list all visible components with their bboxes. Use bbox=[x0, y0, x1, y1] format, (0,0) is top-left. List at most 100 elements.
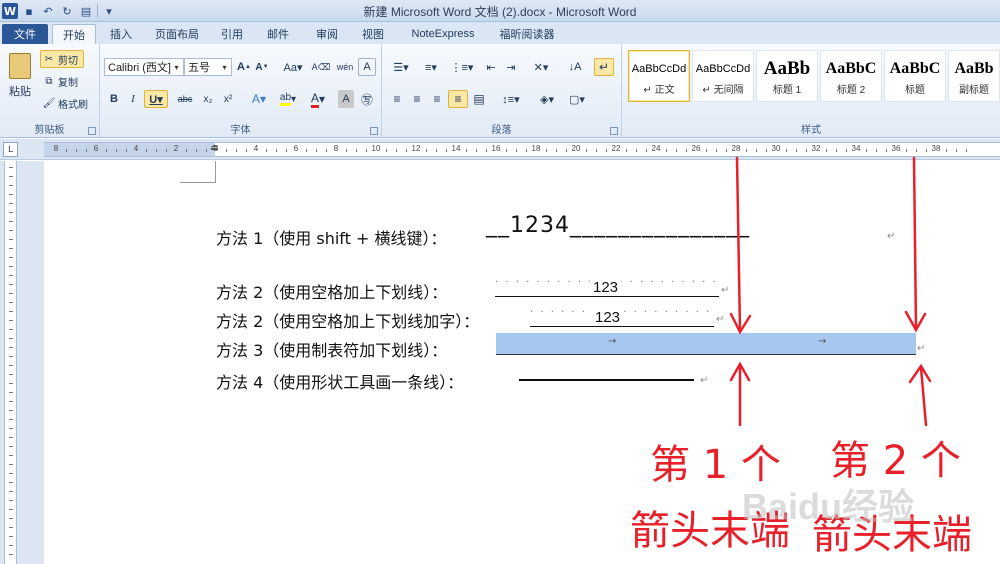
chinese-layout-icon[interactable]: ✕▾ bbox=[528, 58, 554, 76]
method-1-line: 方法 1（使用 shift + 横线键）： bbox=[216, 225, 446, 249]
ruler-number: 8 bbox=[53, 144, 59, 153]
font-size-combo[interactable]: 五号 ▾ bbox=[184, 58, 232, 76]
style-name: 标题 bbox=[905, 84, 925, 96]
vertical-ruler-tick bbox=[9, 284, 13, 285]
style-heading-2[interactable]: AaBbC 标题 2 bbox=[820, 50, 882, 102]
style-preview: AaBbCcDd bbox=[631, 62, 687, 75]
tab-foxit-reader[interactable]: 福昕阅读器 bbox=[492, 24, 562, 44]
style-preview: AaBbC bbox=[889, 59, 941, 77]
grow-font-icon[interactable]: A ▲ bbox=[236, 58, 252, 76]
decrease-indent-icon[interactable]: ⇤ bbox=[482, 58, 500, 76]
bold-icon[interactable]: B bbox=[106, 90, 122, 108]
clipboard-launcher-icon[interactable] bbox=[88, 127, 96, 135]
vertical-ruler-tick bbox=[9, 491, 13, 492]
highlight-color-icon[interactable]: ab ▾ bbox=[276, 90, 300, 108]
method-4-label: 方法 4（使用形状工具画一条线）： bbox=[216, 373, 464, 392]
tab-noteexpress[interactable]: NoteExpress bbox=[402, 24, 484, 44]
ruler-tick bbox=[806, 149, 807, 152]
horizontal-ruler-bar: L 8 6 4 2 2 4 6 8 10 12 14 16 18 20 22 24 26 28 30 32 34 36 38… bbox=[0, 139, 1000, 160]
bullets-icon[interactable]: ☰▾ bbox=[388, 58, 414, 76]
cut-button[interactable]: ✂ 剪切 bbox=[40, 50, 84, 68]
vertical-ruler-tick bbox=[9, 509, 13, 510]
tab-underline-selection[interactable]: → → bbox=[496, 333, 916, 355]
ruler-number: 10 bbox=[371, 144, 381, 153]
ruler-number: 38 bbox=[931, 144, 941, 153]
vertical-ruler[interactable] bbox=[4, 161, 17, 564]
method-2b-label: 方法 2（使用空格加上下划线加字）： bbox=[216, 312, 480, 331]
superscript-icon[interactable]: x² bbox=[220, 90, 236, 108]
horizontal-ruler[interactable]: 8 6 4 2 2 4 6 8 10 12 14 16 18 20 22 24 26 28 30 32 34 36 38 ⏏ bbox=[44, 142, 1000, 157]
shrink-font-icon[interactable]: A ▼ bbox=[254, 58, 270, 76]
clear-formatting-icon[interactable]: A⌫ bbox=[312, 58, 331, 76]
copy-button[interactable]: ⧉ 复制 bbox=[40, 72, 84, 90]
sort-icon[interactable]: ↓A bbox=[566, 58, 584, 76]
tab-review[interactable]: 审阅 bbox=[306, 24, 348, 44]
vertical-ruler-tick bbox=[9, 545, 13, 546]
style-no-spacing[interactable]: AaBbCcDd ↵ 无间隔 bbox=[692, 50, 754, 102]
tab-selector-icon[interactable]: L bbox=[3, 142, 18, 157]
clipboard-group-label: 剪贴板 bbox=[34, 125, 65, 136]
tab-view[interactable]: 视图 bbox=[352, 24, 394, 44]
vertical-ruler-tick bbox=[9, 518, 13, 519]
method-3-label: 方法 3（使用制表符加下划线）： bbox=[216, 341, 448, 360]
paste-button[interactable]: 粘贴 bbox=[4, 48, 36, 104]
format-painter-button[interactable]: 🖌 格式刷 bbox=[40, 94, 96, 112]
enclose-characters-icon[interactable]: ㊢ bbox=[358, 90, 376, 108]
drawn-shape-line[interactable] bbox=[519, 379, 694, 381]
ruler-tick bbox=[166, 149, 167, 152]
ruler-number: 18 bbox=[531, 144, 541, 153]
underline-button[interactable]: U▾ bbox=[144, 90, 168, 108]
ruler-number: 4 bbox=[253, 144, 259, 153]
style-normal[interactable]: AaBbCcDd ↵ 正文 bbox=[628, 50, 690, 102]
italic-icon[interactable]: I bbox=[126, 90, 140, 108]
strikethrough-icon[interactable]: abc bbox=[174, 90, 196, 108]
phonetic-guide-icon[interactable]: wén bbox=[336, 58, 354, 76]
style-name: 副标题 bbox=[959, 84, 989, 96]
ruler-number: 4 bbox=[133, 144, 139, 153]
shading-icon[interactable]: ◈▾ bbox=[534, 90, 560, 108]
borders-icon[interactable]: ▢▾ bbox=[564, 90, 590, 108]
indent-marker-icon[interactable]: ⏏ bbox=[210, 143, 219, 153]
vertical-ruler-tick bbox=[9, 221, 13, 222]
subscript-icon[interactable]: x₂ bbox=[200, 90, 216, 108]
tab-insert[interactable]: 插入 bbox=[100, 24, 142, 44]
increase-indent-icon[interactable]: ⇥ bbox=[502, 58, 520, 76]
numbering-icon[interactable]: ≡▾ bbox=[418, 58, 444, 76]
ruler-tick bbox=[676, 149, 677, 152]
character-border-icon[interactable]: A bbox=[358, 58, 376, 76]
style-title[interactable]: AaBbC 标题 bbox=[884, 50, 946, 102]
ruler-number: 14 bbox=[451, 144, 461, 153]
show-marks-button[interactable]: ↵ bbox=[594, 58, 614, 76]
ruler-tick bbox=[636, 149, 637, 152]
style-name: ↵ 无间隔 bbox=[702, 84, 744, 96]
font-name-combo[interactable]: Calibri (西文] ▾ bbox=[104, 58, 184, 76]
distributed-icon[interactable]: ▤ bbox=[470, 90, 488, 108]
method-2b-line: 方法 2（使用空格加上下划线加字）： bbox=[216, 308, 479, 332]
style-heading-1[interactable]: AaBb 标题 1 bbox=[756, 50, 818, 102]
tab-page-layout[interactable]: 页面布局 bbox=[146, 24, 208, 44]
tab-references[interactable]: 引用 bbox=[212, 24, 252, 44]
font-launcher-icon[interactable] bbox=[370, 127, 378, 135]
paragraph-launcher-icon[interactable] bbox=[610, 127, 618, 135]
ruler-number: 12 bbox=[411, 144, 421, 153]
window-title: 新建 Microsoft Word 文档 (2).docx - Microsof… bbox=[363, 5, 637, 19]
ruler-number: 16 bbox=[491, 144, 501, 153]
align-right-icon[interactable]: ≡ bbox=[428, 90, 446, 108]
line-spacing-icon[interactable]: ↕≡▾ bbox=[498, 90, 524, 108]
align-left-icon[interactable]: ≡ bbox=[388, 90, 406, 108]
ruler-tick bbox=[206, 149, 207, 152]
style-subtitle[interactable]: AaBb 副标题 bbox=[948, 50, 1000, 102]
align-center-icon[interactable]: ≡ bbox=[408, 90, 426, 108]
paragraph-group-label: 段落 bbox=[491, 125, 512, 136]
tab-home[interactable]: 开始 bbox=[52, 24, 96, 44]
justify-button[interactable]: ≡ bbox=[448, 90, 468, 108]
tab-file[interactable]: 文件 bbox=[2, 24, 48, 44]
ruler-tick bbox=[956, 149, 957, 152]
change-case-icon[interactable]: Aa▾ bbox=[280, 58, 306, 76]
text-effects-icon[interactable]: A▾ bbox=[248, 90, 270, 108]
tab-mailings[interactable]: 邮件 bbox=[258, 24, 298, 44]
character-shading-icon[interactable]: A bbox=[338, 90, 354, 108]
font-color-icon[interactable]: A ▾ bbox=[306, 90, 330, 108]
multilevel-list-icon[interactable]: ⋮≡▾ bbox=[448, 58, 476, 76]
ruler-tick bbox=[886, 149, 887, 152]
